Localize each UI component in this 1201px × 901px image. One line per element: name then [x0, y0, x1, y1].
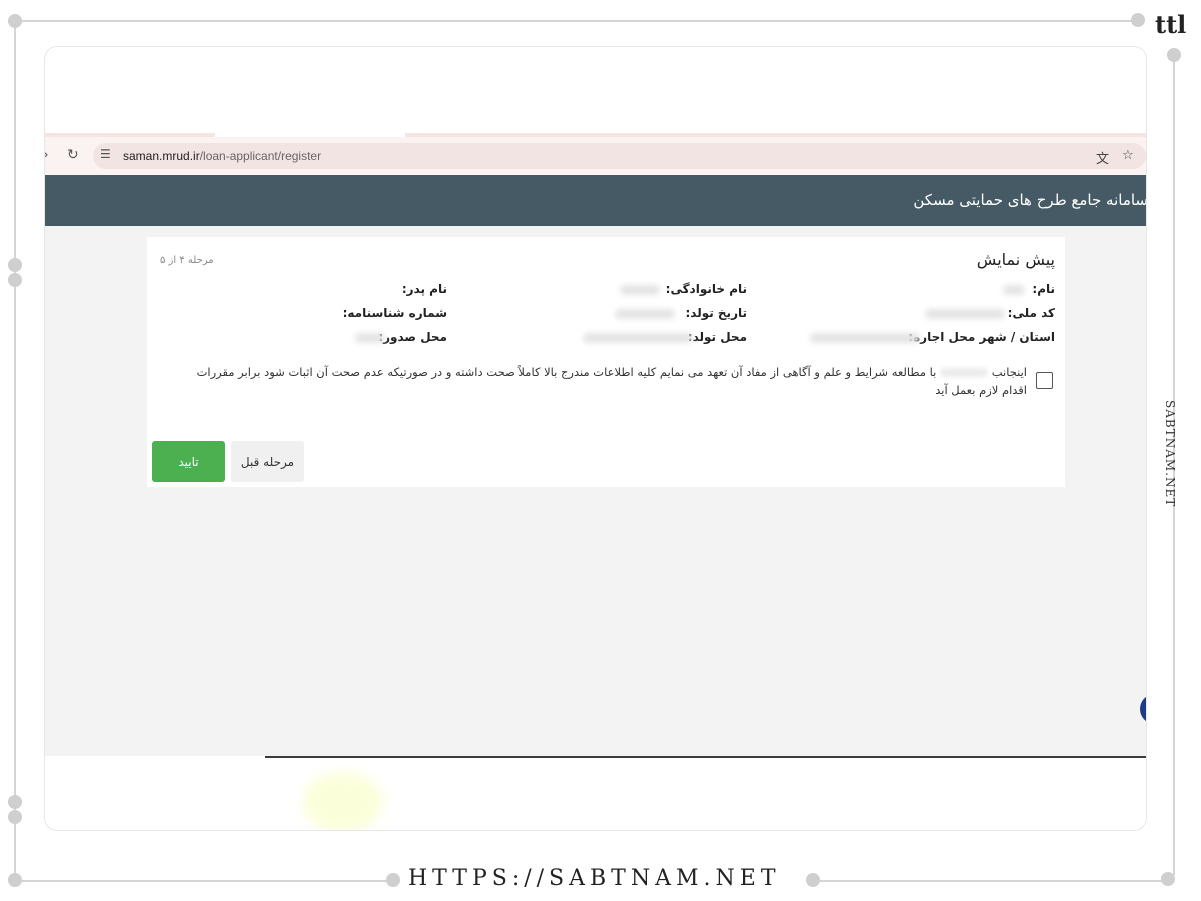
- frame-dot: [1167, 48, 1181, 62]
- agreement-text-start: اینجانب: [991, 365, 1027, 379]
- sabtnam-logo: ttl: [1155, 10, 1187, 39]
- frame-dot: [8, 273, 22, 287]
- back-arrow-icon[interactable]: ›: [45, 147, 49, 163]
- frame-dot: [8, 258, 22, 272]
- preview-card: پیش نمایش مرحله ۴ از ۵ نام: نام خانوادگی…: [147, 237, 1065, 487]
- step-indicator: مرحله ۴ از ۵: [160, 255, 214, 266]
- site-info-icon[interactable]: ☰: [100, 147, 111, 161]
- reload-icon[interactable]: ↻: [67, 147, 79, 163]
- url-path: /loan-applicant/register: [199, 149, 322, 163]
- agreement-text: اینجانب با مطالعه شرایط و علم و آگاهی از…: [182, 363, 1027, 399]
- decorative-blob: [303, 772, 383, 830]
- redacted-value: [620, 285, 660, 295]
- field-birth-place: محل تولد:: [687, 330, 747, 344]
- star-icon[interactable]: ☆: [1122, 148, 1134, 163]
- redacted-value: [810, 333, 920, 343]
- redacted-value: [583, 333, 693, 343]
- confirm-button[interactable]: تایید: [152, 441, 225, 482]
- redacted-value: [1003, 285, 1025, 295]
- translate-icon[interactable]: 文: [1096, 148, 1109, 167]
- field-issue-place: محل صدور:: [378, 330, 447, 344]
- divider: [265, 756, 1146, 758]
- frame-dot: [8, 795, 22, 809]
- frame-bottom-line-right: [820, 880, 1170, 882]
- field-last-name: نام خانوادگی:: [665, 282, 747, 296]
- redacted-value: [355, 333, 385, 343]
- frame-top-line: [15, 20, 1140, 22]
- field-first-name: نام:: [1032, 282, 1055, 296]
- url-text[interactable]: saman.mrud.ir/loan-applicant/register: [123, 149, 321, 163]
- field-national-code: کد ملی:: [1007, 306, 1055, 320]
- site-title: سامانه جامع طرح های حمایتی مسکن: [913, 191, 1146, 209]
- frame-dot: [806, 873, 820, 887]
- field-birth-date: تاریخ تولد:: [685, 306, 747, 320]
- frame-dot: [386, 873, 400, 887]
- bottom-url-watermark: HTTPS://SABTNAM.NET: [408, 866, 781, 891]
- frame-left-line: [14, 22, 16, 882]
- frame-dot: [8, 14, 22, 28]
- redacted-value: [925, 309, 1005, 319]
- frame-dot: [8, 810, 22, 824]
- redacted-value: [615, 309, 675, 319]
- screenshot-card: › ↻ ☰ saman.mrud.ir/loan-applicant/regis…: [45, 47, 1146, 830]
- redacted-name: [940, 368, 989, 377]
- field-father-name: نام پدر:: [401, 282, 447, 296]
- preview-title: پیش نمایش: [976, 250, 1055, 269]
- frame-dot: [1161, 872, 1175, 886]
- frame-dot: [8, 873, 22, 887]
- agreement-checkbox[interactable]: [1036, 372, 1053, 389]
- url-domain: saman.mrud.ir: [123, 149, 200, 163]
- previous-step-button[interactable]: مرحله قبل: [231, 441, 304, 482]
- frame-bottom-line-left: [14, 880, 394, 882]
- side-watermark: SABTNAM.NET: [1163, 400, 1177, 508]
- agreement-text-rest: با مطالعه شرایط و علم و آگاهی از مفاد آن…: [196, 365, 1027, 397]
- field-id-number: شماره شناسنامه:: [342, 306, 447, 320]
- field-rental-location: استان / شهر محل اجاره:: [908, 330, 1055, 344]
- frame-dot: [1131, 13, 1145, 27]
